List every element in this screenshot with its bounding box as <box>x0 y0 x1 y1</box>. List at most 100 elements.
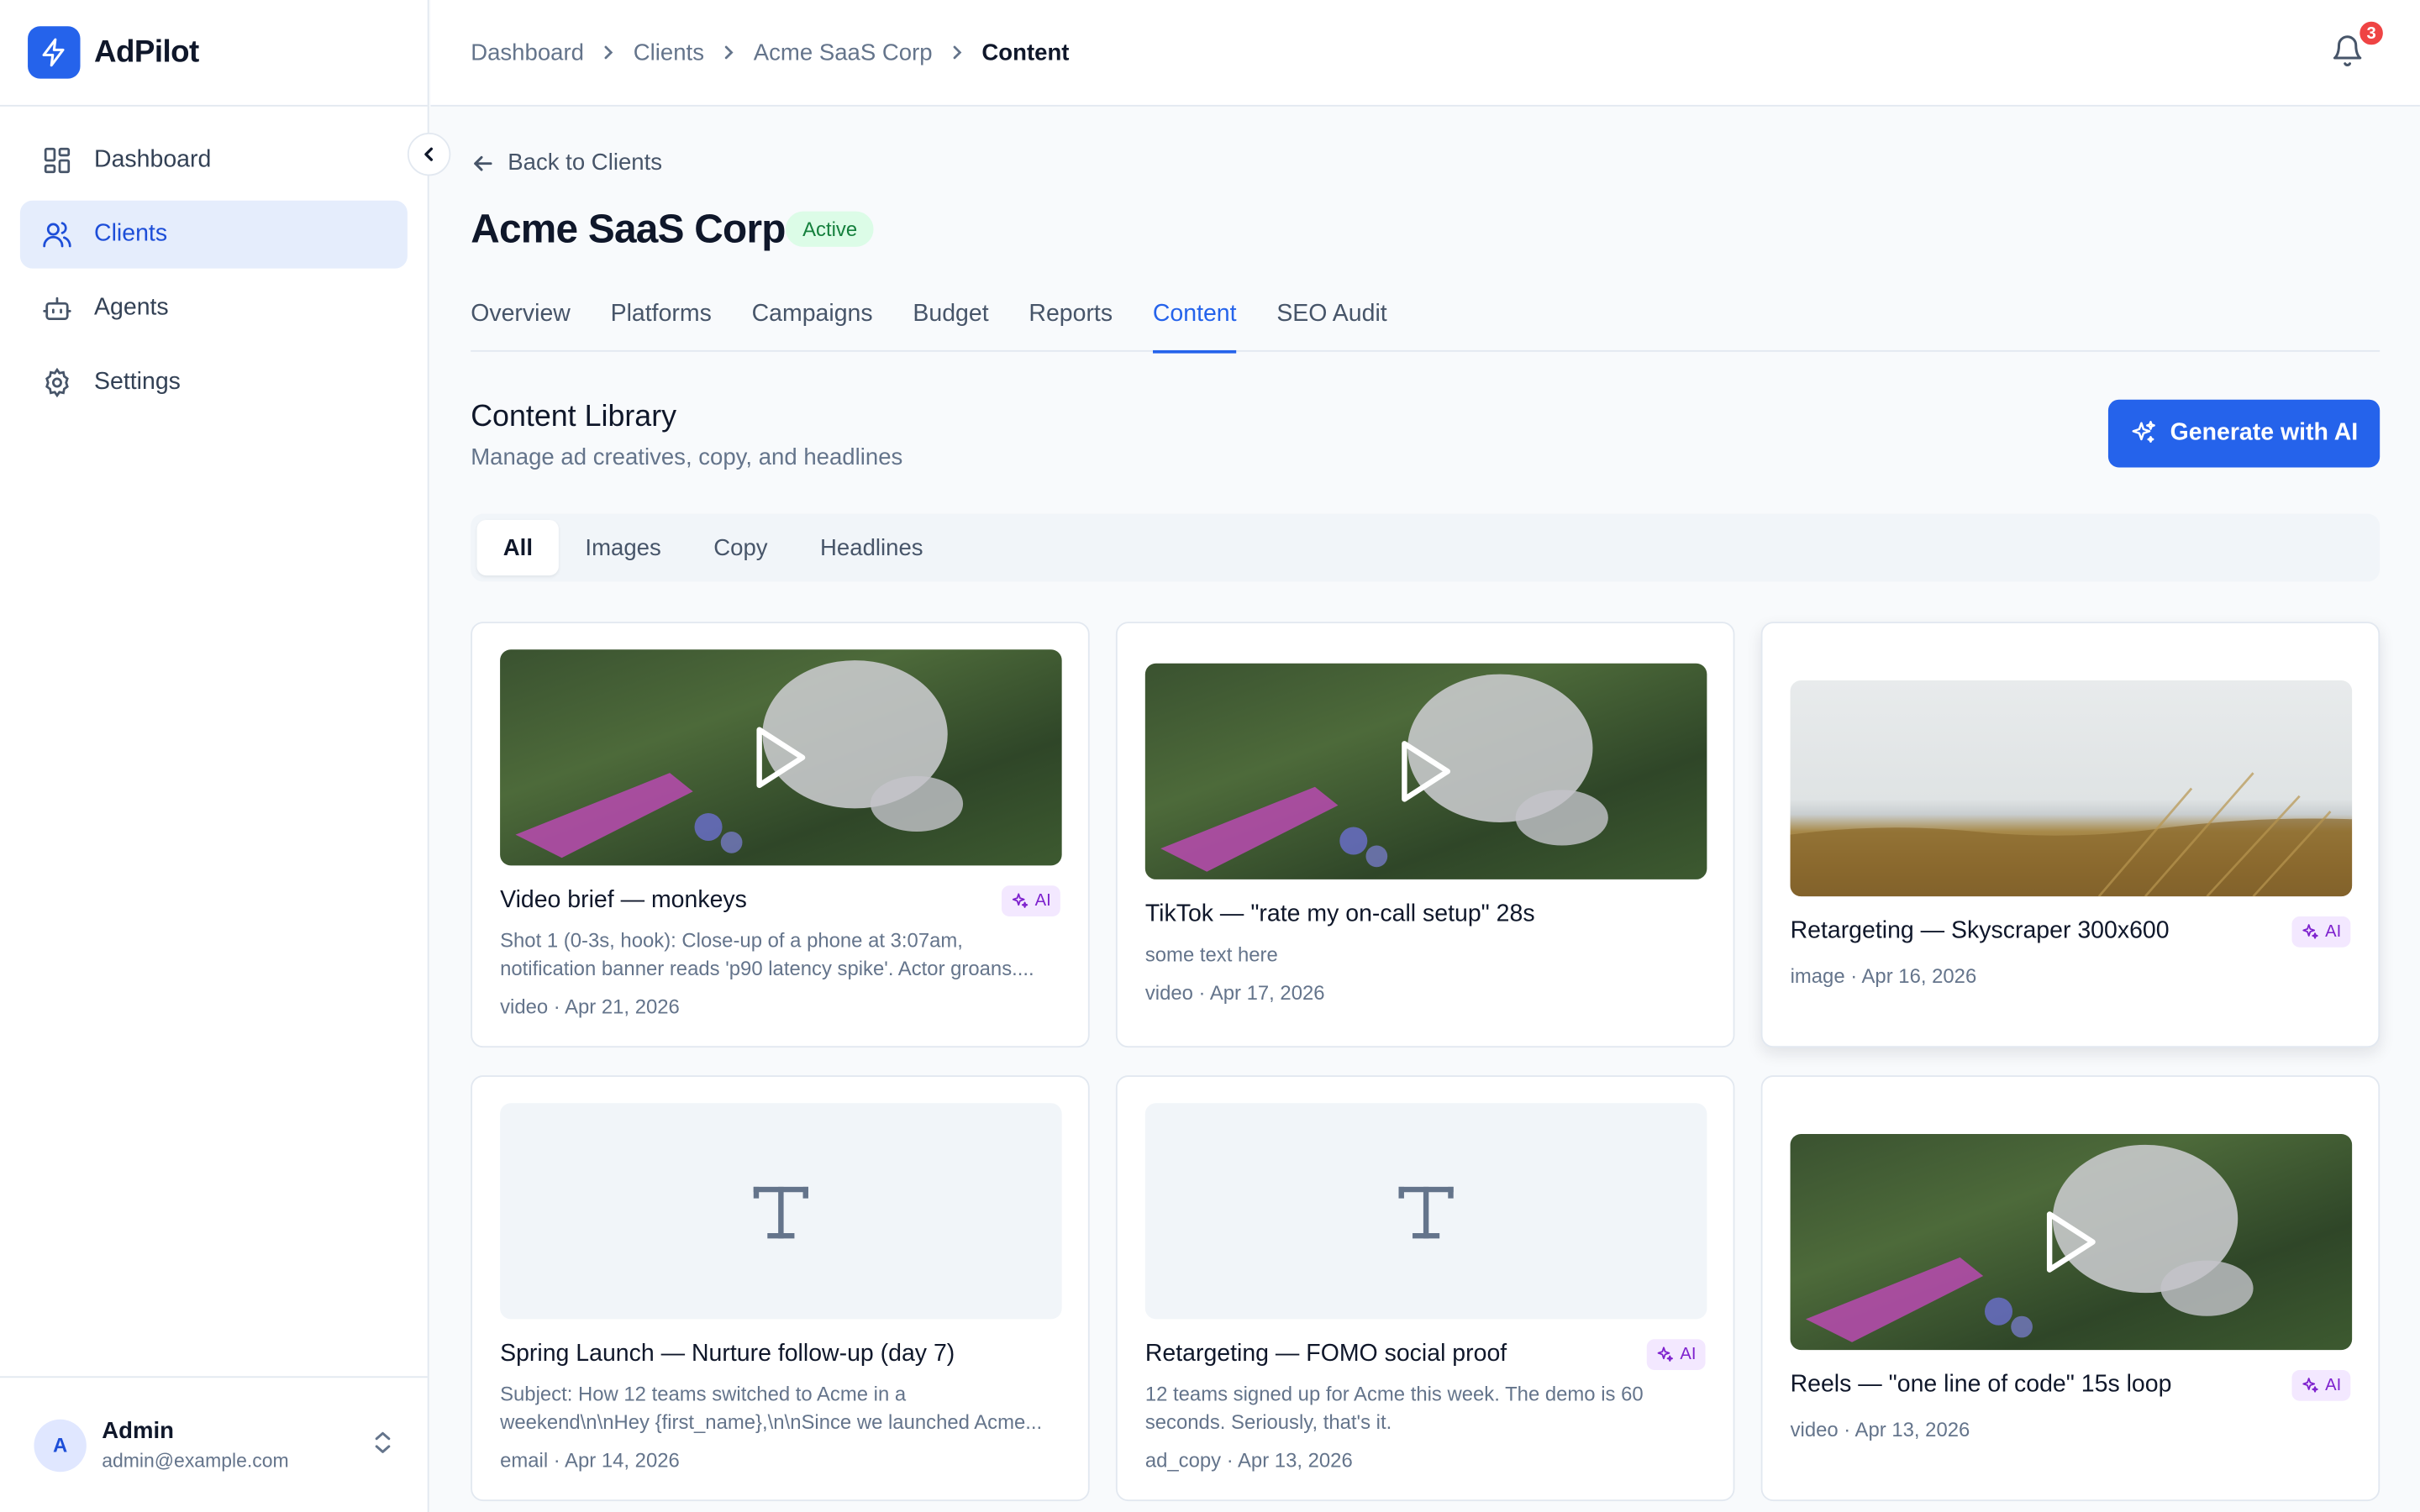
tab-seo-audit[interactable]: SEO Audit <box>1276 278 1386 352</box>
ai-badge: AI <box>1001 885 1060 916</box>
back-link-label: Back to Clients <box>508 150 663 176</box>
content-card[interactable]: Retargeting — FOMO social proof AI 12 te… <box>1115 1075 1735 1502</box>
card-title: TikTok — "rate my on-call setup" 28s <box>1144 900 1535 927</box>
sparkles-icon <box>2302 924 2317 939</box>
chevron-right-icon <box>601 45 616 60</box>
sidebar-item-label: Agents <box>94 294 169 322</box>
users-icon <box>40 218 74 251</box>
video-thumbnail <box>1144 663 1707 879</box>
text-thumbnail <box>500 1103 1062 1320</box>
breadcrumb-client[interactable]: Acme SaaS Corp <box>754 39 933 66</box>
sidebar-item-label: Dashboard <box>94 146 212 173</box>
filter-all[interactable]: All <box>476 519 560 576</box>
ai-badge-label: AI <box>1034 891 1051 911</box>
filter-copy[interactable]: Copy <box>687 520 794 575</box>
topbar: Dashboard Clients Acme SaaS Corp Content… <box>430 0 2420 107</box>
play-icon <box>753 723 808 799</box>
card-description: some text here <box>1144 942 1278 966</box>
user-email: admin@example.com <box>102 1450 289 1473</box>
page-title: Acme SaaS Corp <box>471 205 786 252</box>
text-type-icon <box>750 1180 812 1242</box>
card-meta: video · Apr 13, 2026 <box>1790 1417 1970 1441</box>
status-badge: Active <box>785 211 875 247</box>
bolt-icon <box>28 26 81 79</box>
ai-badge-label: AI <box>1680 1345 1697 1364</box>
user-menu[interactable]: A Admin admin@example.com <box>0 1376 428 1512</box>
chevron-left-icon <box>420 145 439 164</box>
app-root: AdPilot Dashboard Clients Agents Setting… <box>0 0 2420 1512</box>
filter-headlines[interactable]: Headlines <box>794 520 950 575</box>
card-title: Reels — "one line of code" 15s loop <box>1790 1371 2172 1399</box>
back-to-clients-link[interactable]: Back to Clients <box>471 150 662 176</box>
video-thumbnail <box>500 649 1062 866</box>
video-thumbnail <box>1790 1133 2353 1351</box>
section-title: Content Library <box>471 399 677 434</box>
sidebar-nav: Dashboard Clients Agents Settings <box>0 107 428 417</box>
tab-campaigns[interactable]: Campaigns <box>752 278 873 352</box>
gear-icon <box>40 365 74 399</box>
sidebar-item-label: Settings <box>94 368 181 396</box>
sidebar-collapse-button[interactable] <box>407 132 451 176</box>
image-thumbnail <box>1790 680 2353 897</box>
chevron-right-icon <box>950 45 965 60</box>
section-subtitle: Manage ad creatives, copy, and headlines <box>471 444 903 471</box>
sparkles-icon <box>1656 1347 1673 1362</box>
client-tabs: Overview Platforms Campaigns Budget Repo… <box>471 278 2381 354</box>
card-meta: email · Apr 14, 2026 <box>500 1448 680 1473</box>
breadcrumb-clients[interactable]: Clients <box>634 39 704 66</box>
brand-name: AdPilot <box>94 34 199 69</box>
tab-budget[interactable]: Budget <box>913 278 988 352</box>
sidebar: AdPilot Dashboard Clients Agents Setting… <box>0 0 429 1512</box>
tab-overview[interactable]: Overview <box>471 278 571 352</box>
card-description: Subject: How 12 teams switched to Acme i… <box>500 1382 1043 1434</box>
card-meta: image · Apr 16, 2026 <box>1790 963 1977 988</box>
chevron-right-icon <box>721 45 736 60</box>
avatar: A <box>34 1418 87 1472</box>
content-card[interactable]: TikTok — "rate my on-call setup" 28s som… <box>1115 622 1735 1048</box>
text-thumbnail <box>1144 1103 1707 1320</box>
card-meta: video · Apr 21, 2026 <box>500 995 680 1019</box>
tab-platforms[interactable]: Platforms <box>611 278 712 352</box>
ai-badge-label: AI <box>2325 922 2342 942</box>
card-title: Retargeting — FOMO social proof <box>1144 1341 1507 1368</box>
card-title: Video brief — monkeys <box>500 887 747 914</box>
content-card[interactable]: Spring Launch — Nurture follow-up (day 7… <box>471 1075 1090 1502</box>
play-icon <box>2044 1208 2099 1284</box>
breadcrumb-dashboard[interactable]: Dashboard <box>471 39 584 66</box>
arrow-left-icon <box>471 150 508 175</box>
card-meta: video · Apr 17, 2026 <box>1144 981 1325 1005</box>
brand[interactable]: AdPilot <box>0 0 428 107</box>
card-title: Spring Launch — Nurture follow-up (day 7… <box>500 1341 955 1368</box>
sidebar-item-dashboard[interactable]: Dashboard <box>20 127 408 195</box>
sparkles-icon <box>2302 1378 2317 1393</box>
play-icon <box>1398 738 1454 813</box>
sparkles-icon <box>2130 420 2170 448</box>
tab-content[interactable]: Content <box>1152 278 1238 354</box>
filter-images[interactable]: Images <box>559 520 687 575</box>
sidebar-item-clients[interactable]: Clients <box>19 200 408 269</box>
generate-with-ai-button[interactable]: Generate with AI <box>2107 399 2381 468</box>
content-card[interactable]: Reels — "one line of code" 15s loop AI v… <box>1760 1075 2381 1502</box>
text-type-icon <box>1395 1180 1456 1242</box>
card-description: 12 teams signed up for Acme this week. T… <box>1144 1382 1644 1434</box>
breadcrumb-current: Content <box>981 39 1070 66</box>
tab-reports[interactable]: Reports <box>1028 278 1113 352</box>
bell-icon <box>2330 35 2364 74</box>
sidebar-item-agents[interactable]: Agents <box>20 275 408 343</box>
beach-image <box>1790 772 2353 897</box>
content-card[interactable]: Video brief — monkeys AI Shot 1 (0-3s, h… <box>471 622 1090 1048</box>
generate-button-label: Generate with AI <box>2170 419 2359 446</box>
notifications-button[interactable]: 3 <box>2330 18 2386 74</box>
sidebar-item-settings[interactable]: Settings <box>20 349 408 417</box>
ai-badge: AI <box>2291 1369 2351 1401</box>
sidebar-item-label: Clients <box>94 220 168 247</box>
ai-badge: AI <box>1646 1339 1706 1370</box>
ai-badge: AI <box>2291 916 2351 948</box>
bot-icon <box>40 291 74 325</box>
user-name: Admin <box>102 1417 174 1445</box>
ai-badge-label: AI <box>2325 1376 2342 1395</box>
content-filter-bar: All Images Copy Headlines <box>471 513 2381 582</box>
breadcrumb: Dashboard Clients Acme SaaS Corp Content <box>471 39 1069 66</box>
content-card[interactable]: Retargeting — Skyscraper 300x600 AI imag… <box>1760 622 2381 1048</box>
dashboard-icon <box>40 144 74 177</box>
